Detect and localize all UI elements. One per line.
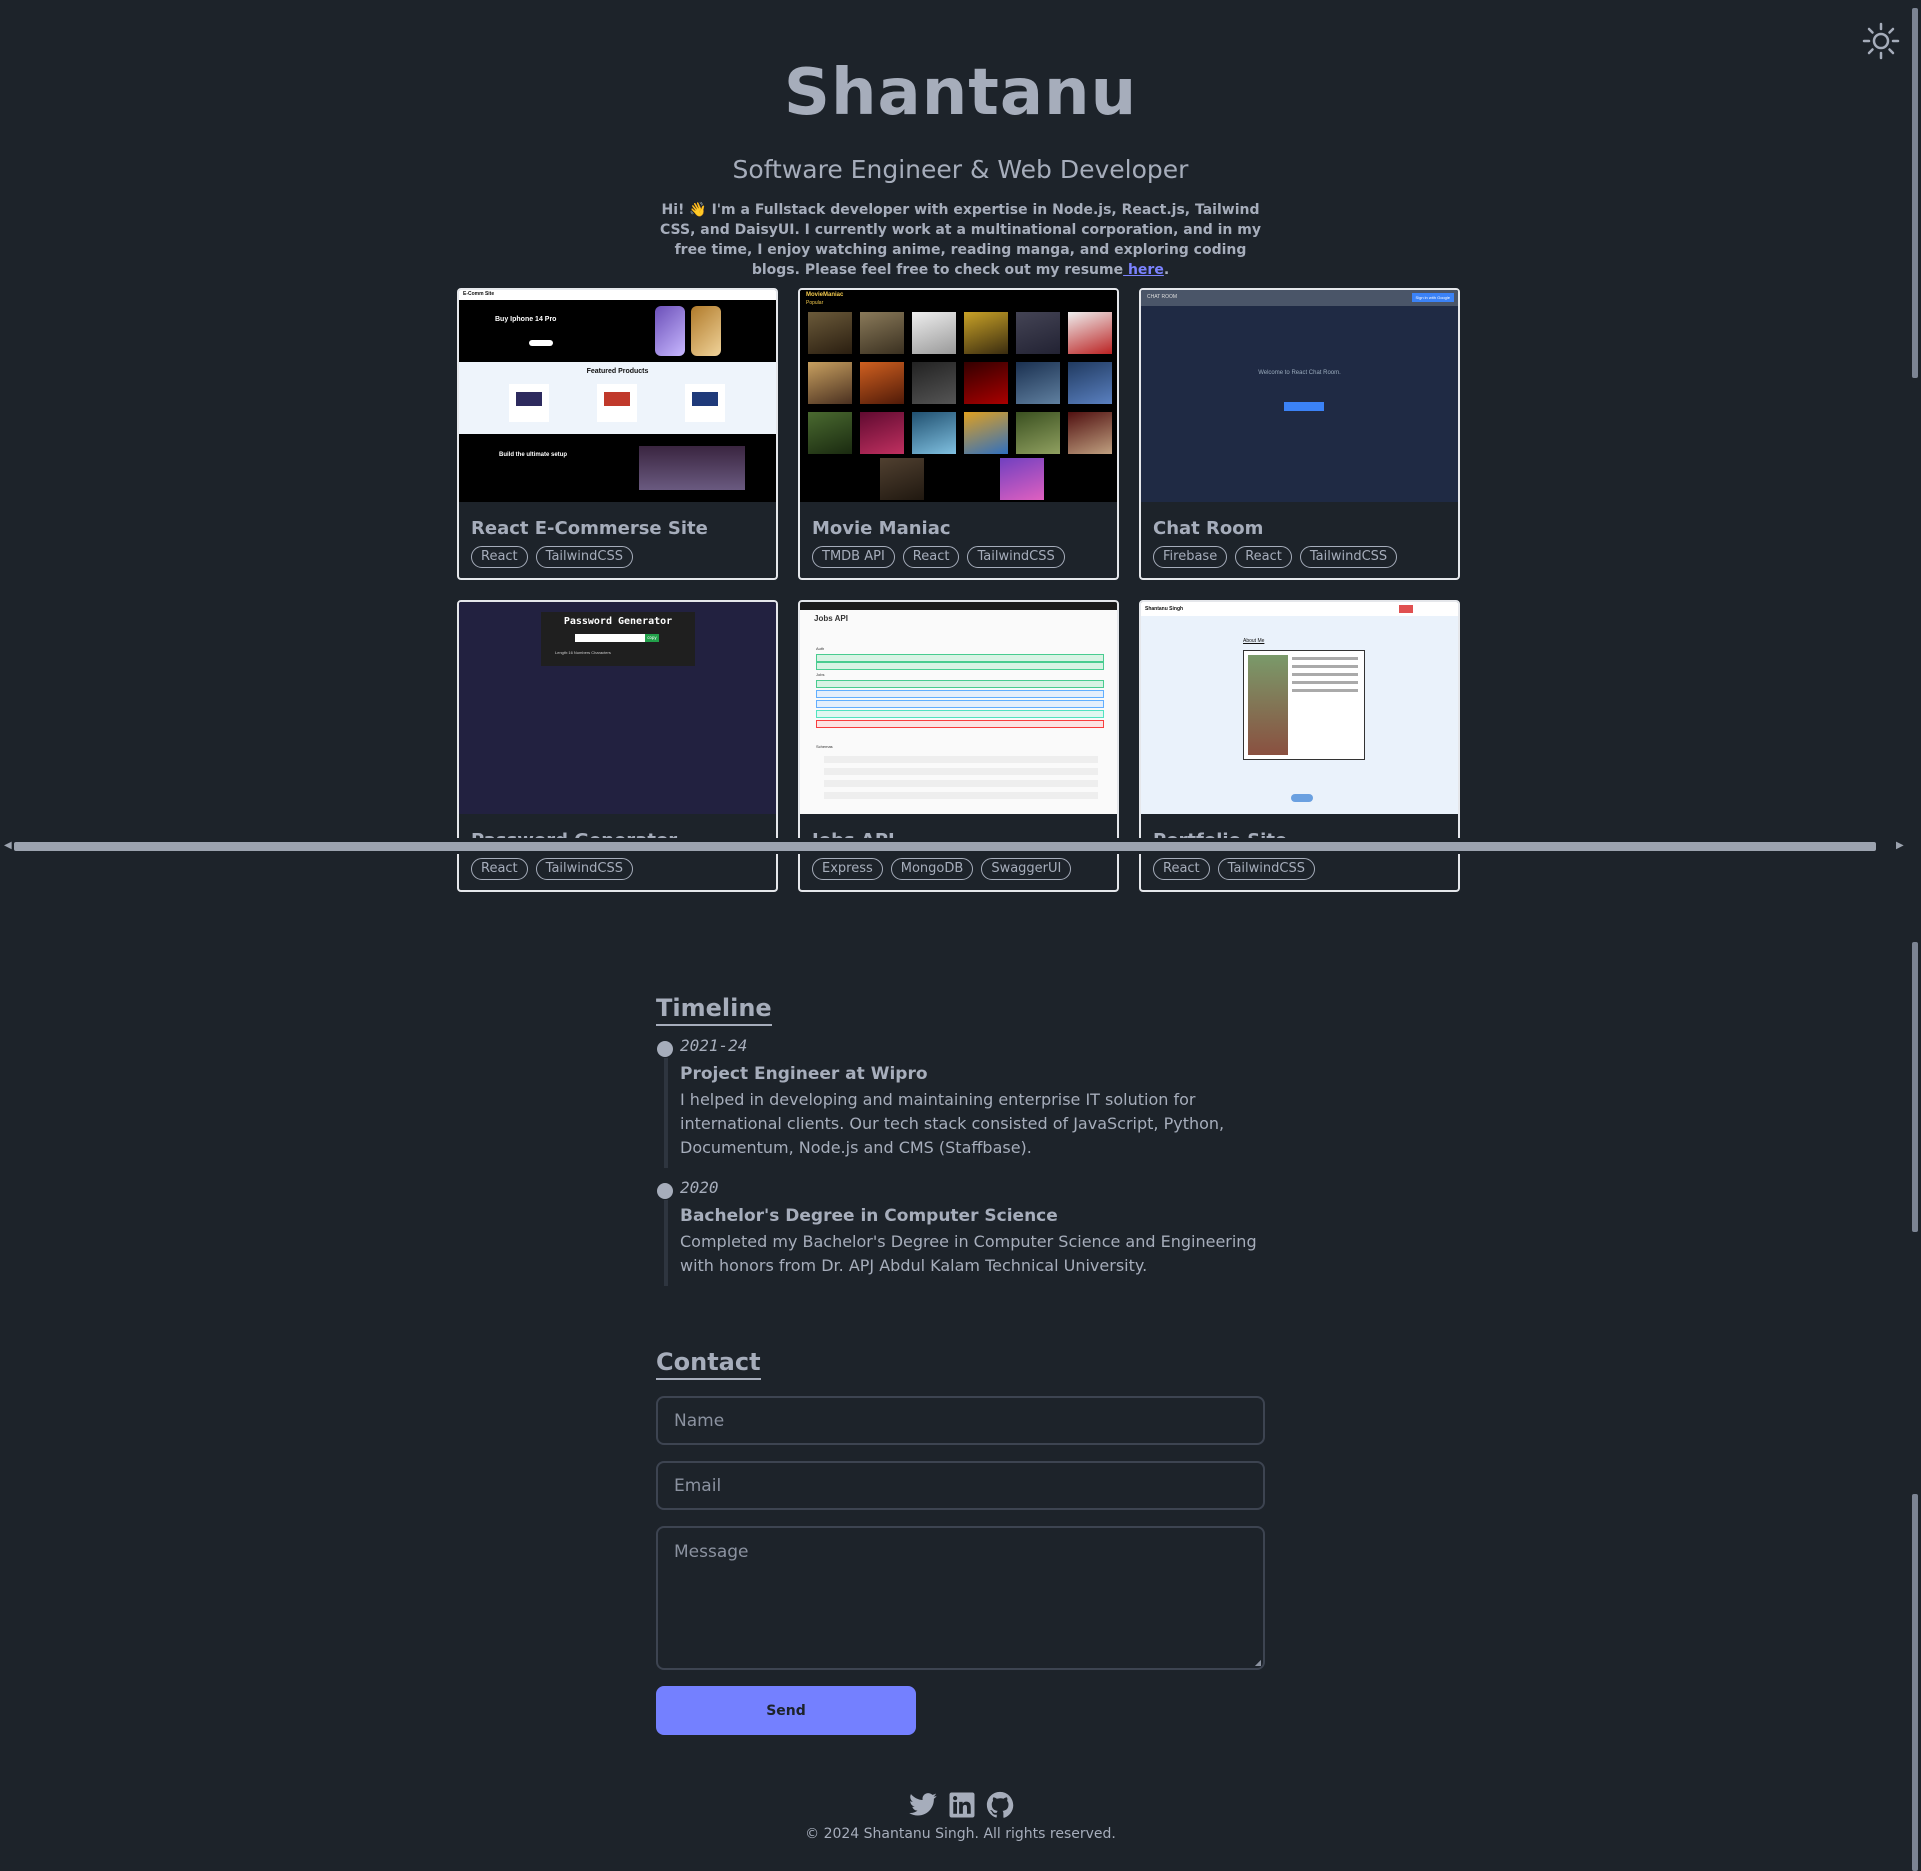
page-subtitle: Software Engineer & Web Developer (732, 155, 1189, 184)
project-screenshot: Password Generator copy Length:16 Number… (459, 602, 776, 814)
timeline-item: 2020 Bachelor's Degree in Computer Scien… (656, 1178, 1266, 1286)
linkedin-icon[interactable] (947, 1790, 977, 1820)
thumb-featured: Featured Products (586, 368, 649, 375)
thumb-auth: Auth (816, 646, 825, 651)
hero: Shantanu Software Engineer & Web Develop… (0, 52, 1921, 280)
message-placeholder: Message (674, 1542, 749, 1562)
project-card-chat-room[interactable]: CHAT ROOM Sign in with Google Welcome to… (1139, 288, 1460, 580)
project-tags: React TailwindCSS (1153, 858, 1315, 880)
tag: Express (812, 858, 883, 880)
check-circle-icon (657, 1183, 673, 1199)
tag: React (1235, 546, 1292, 568)
email-placeholder: Email (674, 1475, 722, 1496)
thumb-brand: CHAT ROOM (1147, 294, 1178, 300)
project-tags: React TailwindCSS (471, 858, 633, 880)
resize-handle-icon[interactable]: ◢ (1255, 1658, 1261, 1667)
tag: TMDB API (812, 546, 895, 568)
thumb-characters: Characters (591, 650, 611, 655)
project-screenshot: Shantanu Singh About Me (1141, 602, 1458, 814)
timeline-line (664, 1200, 668, 1286)
github-icon[interactable] (985, 1790, 1015, 1820)
page-title: Shantanu (783, 56, 1138, 130)
project-tags: TMDB API React TailwindCSS (812, 546, 1065, 568)
email-input[interactable]: Email (656, 1461, 1265, 1510)
tag: React (1153, 858, 1210, 880)
timeline-heading: Timeline (656, 994, 772, 1026)
thumb-about: About Me (1243, 638, 1265, 644)
project-screenshot: E-Comm Site Buy Iphone 14 Pro Featured P… (459, 290, 776, 502)
thumb-jobs: Jobs (816, 672, 825, 677)
thumb-numbers: Numbers (573, 650, 591, 655)
project-tags: Express MongoDB SwaggerUI (812, 858, 1072, 880)
tag: TailwindCSS (1299, 546, 1398, 568)
intro-text: Hi! 👋 I'm a Fullstack developer with exp… (651, 200, 1271, 280)
tag: MongoDB (890, 858, 974, 880)
timeline-year: 2021-24 (680, 1036, 748, 1055)
thumb-heading: Password Generator (563, 616, 673, 627)
tag: SwaggerUI (981, 858, 1072, 880)
thumb-copy: copy (645, 634, 659, 642)
horizontal-scrollbar[interactable]: ◀ ▶ (0, 838, 1921, 854)
twitter-icon[interactable] (907, 1790, 939, 1820)
timeline-role: Project Engineer at Wipro (680, 1064, 928, 1084)
thumb-hero: Buy Iphone 14 Pro (495, 316, 557, 323)
thumb-popular: Popular (806, 300, 824, 306)
thumb-welcome: Welcome to React Chat Room. (1258, 370, 1341, 376)
intro-body: Hi! 👋 I'm a Fullstack developer with exp… (660, 202, 1261, 278)
scroll-right-icon[interactable]: ▶ (1896, 840, 1904, 851)
thumb-setup: Build the ultimate setup (499, 452, 568, 458)
scroll-left-icon[interactable]: ◀ (4, 840, 12, 851)
scrollbar-thumb[interactable] (14, 842, 1876, 851)
project-screenshot: MovieManiac Popular (800, 290, 1117, 502)
project-card-ecommerce[interactable]: E-Comm Site Buy Iphone 14 Pro Featured P… (457, 288, 778, 580)
timeline-line (664, 1058, 668, 1168)
send-button[interactable]: Send (656, 1686, 916, 1735)
timeline-description: I helped in developing and maintaining e… (680, 1090, 1225, 1157)
footer: © 2024 Shantanu Singh. All rights reserv… (0, 1790, 1921, 1842)
social-links (0, 1790, 1921, 1820)
contact-heading: Contact (656, 1348, 761, 1380)
thumb-signin: Sign in with Google (1411, 293, 1454, 302)
project-title: Movie Maniac (812, 518, 951, 539)
name-input[interactable]: Name (656, 1396, 1265, 1445)
tag: React (902, 546, 960, 568)
tag: React (471, 546, 528, 568)
timeline-item: 2021-24 Project Engineer at Wipro I help… (656, 1036, 1266, 1168)
project-title: Chat Room (1153, 518, 1264, 539)
tag: React (471, 858, 528, 880)
timeline-role: Bachelor's Degree in Computer Science (680, 1206, 1058, 1226)
copyright-text: © 2024 Shantanu Singh. All rights reserv… (805, 1826, 1116, 1842)
tag: TailwindCSS (535, 546, 633, 568)
project-title: React E-Commerse Site (471, 518, 708, 539)
thumb-schemas: Schemas (816, 744, 833, 749)
timeline-description: Completed my Bachelor's Degree in Comput… (680, 1232, 1257, 1275)
project-tags: React TailwindCSS (471, 546, 633, 568)
project-screenshot: Jobs API Auth Jobs Schemas (800, 602, 1117, 814)
thumb-brand: Shantanu Singh (1145, 606, 1184, 612)
project-card-movie-maniac[interactable]: MovieManiac Popular Movie Maniac TMDB AP… (798, 288, 1119, 580)
message-textarea[interactable]: Message ◢ (656, 1526, 1265, 1670)
timeline: 2021-24 Project Engineer at Wipro I help… (656, 1036, 1266, 1286)
intro-end: . (1163, 262, 1170, 278)
check-circle-icon (657, 1041, 673, 1057)
tag: Firebase (1153, 546, 1228, 568)
name-placeholder: Name (674, 1410, 725, 1431)
project-tags: Firebase React TailwindCSS (1153, 546, 1398, 568)
vertical-scrollbar[interactable] (1909, 0, 1921, 820)
scrollbar-thumb[interactable] (1912, 942, 1918, 1232)
resume-link[interactable]: here (1123, 262, 1164, 278)
timeline-year: 2020 (680, 1178, 719, 1197)
scrollbar-thumb[interactable] (1912, 8, 1918, 378)
tag: TailwindCSS (967, 546, 1065, 568)
tag: TailwindCSS (1217, 858, 1315, 880)
tag: TailwindCSS (535, 858, 633, 880)
project-screenshot: CHAT ROOM Sign in with Google Welcome to… (1141, 290, 1458, 502)
thumb-length: Length:16 (555, 650, 573, 655)
thumb-heading: Jobs API (814, 614, 848, 623)
thumb-brand: MovieManiac (806, 292, 844, 298)
